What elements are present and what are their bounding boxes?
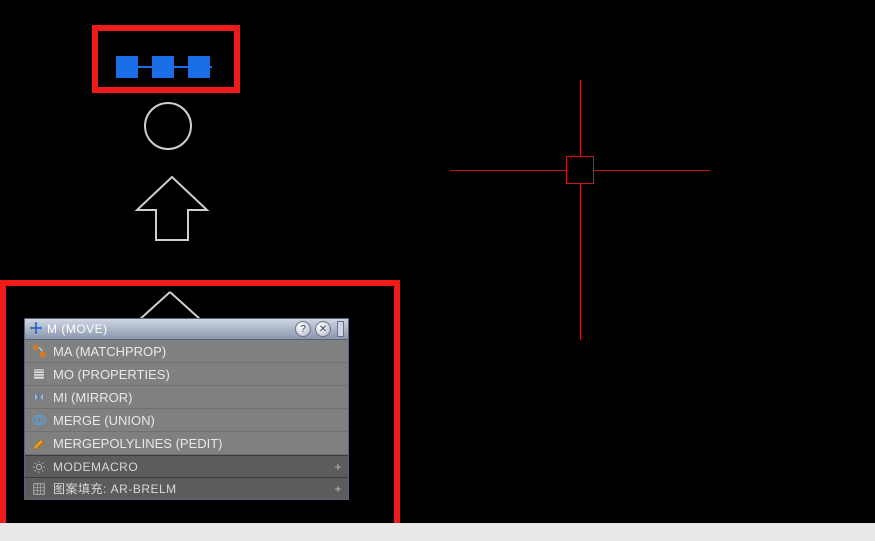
matchprop-icon — [31, 343, 47, 359]
palette-header[interactable]: M (MOVE) ? ✕ — [24, 318, 349, 340]
drawn-arrow-polyline[interactable] — [132, 175, 212, 245]
palette-item[interactable]: MA (MATCHPROP) — [25, 340, 348, 363]
drawn-circle[interactable] — [144, 102, 192, 150]
palette-body: MA (MATCHPROP) MO (PROPERTIES) MI (MIRRO… — [24, 340, 349, 500]
gear-icon — [31, 459, 47, 475]
command-autocomplete-palette[interactable]: M (MOVE) ? ✕ MA (MATCHPROP) MO (PROPERTI… — [24, 318, 349, 500]
status-bar-area — [0, 523, 875, 541]
crosshair-vertical — [580, 80, 581, 340]
move-icon — [29, 321, 43, 338]
palette-item[interactable]: MO (PROPERTIES) — [25, 363, 348, 386]
annotation-highlight-box — [92, 25, 240, 93]
expand-icon[interactable]: + — [334, 460, 342, 474]
crosshair-pickbox — [566, 156, 594, 184]
expand-icon[interactable]: + — [334, 482, 342, 496]
properties-icon — [31, 366, 47, 382]
palette-category-label: MODEMACRO — [53, 460, 138, 474]
hatch-icon — [31, 481, 47, 497]
palette-item[interactable]: MERGE (UNION) — [25, 409, 348, 432]
palette-item[interactable]: MI (MIRROR) — [25, 386, 348, 409]
union-icon — [31, 412, 47, 428]
palette-item-label: MERGEPOLYLINES (PEDIT) — [53, 436, 223, 451]
palette-item-label: MERGE (UNION) — [53, 413, 155, 428]
palette-scroll-thumb[interactable] — [337, 321, 344, 337]
palette-item-label: MI (MIRROR) — [53, 390, 132, 405]
palette-category[interactable]: 图案填充: AR-BRELM + — [25, 477, 348, 499]
help-icon[interactable]: ? — [295, 321, 311, 337]
pedit-icon — [31, 435, 47, 451]
mirror-icon — [31, 389, 47, 405]
palette-item[interactable]: MERGEPOLYLINES (PEDIT) — [25, 432, 348, 455]
palette-item-label: MO (PROPERTIES) — [53, 367, 170, 382]
palette-category-label: 图案填充: AR-BRELM — [53, 480, 177, 497]
drawing-canvas[interactable]: M (MOVE) ? ✕ MA (MATCHPROP) MO (PROPERTI… — [0, 0, 875, 523]
close-icon[interactable]: ✕ — [315, 321, 331, 337]
palette-title: M (MOVE) — [47, 322, 291, 336]
palette-item-label: MA (MATCHPROP) — [53, 344, 166, 359]
palette-category[interactable]: MODEMACRO + — [25, 455, 348, 477]
